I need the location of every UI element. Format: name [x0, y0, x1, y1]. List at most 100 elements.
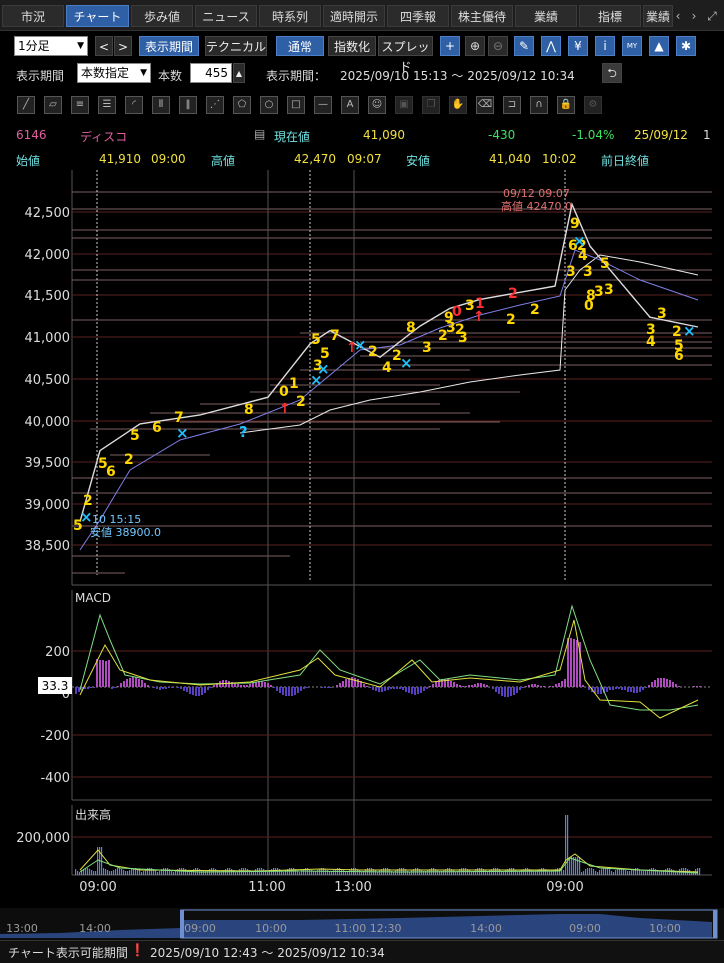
tab-chart[interactable]: チャート: [66, 5, 129, 27]
macd-bar: [492, 687, 494, 689]
hlines2-tool-icon[interactable]: ☰: [98, 96, 116, 114]
expand-icon[interactable]: ⤢: [704, 5, 720, 27]
index-button[interactable]: 指数化: [328, 36, 376, 56]
macd-bar: [468, 685, 470, 687]
hline-tool-icon[interactable]: —: [314, 96, 332, 114]
navigator-tick: 13:00: [6, 922, 38, 935]
tab-earnings-2[interactable]: 業績: [643, 5, 673, 27]
macd-bar: [570, 638, 572, 687]
macd-bar: [657, 678, 659, 687]
my-icon[interactable]: MY: [622, 36, 642, 56]
chevron-left-icon[interactable]: ‹: [670, 5, 686, 27]
volume-bar: [359, 870, 361, 875]
volume-bar: [643, 871, 645, 875]
zoom-in-icon[interactable]: ⊕: [465, 36, 485, 56]
chevron-right-icon[interactable]: ›: [686, 5, 702, 27]
gear-tool-icon[interactable]: ⚙: [584, 96, 602, 114]
macd-bar: [564, 679, 566, 687]
fan-tool-icon[interactable]: ◜: [125, 96, 143, 114]
macd-bar: [612, 687, 614, 690]
lock-tool-icon[interactable]: 🔒: [557, 96, 575, 114]
tab-bar: 市況 チャート 歩み値 ニュース 時系列 適時開示 四季報 株主優待 業績 指標…: [0, 0, 724, 31]
copy-tool-icon[interactable]: ❐: [422, 96, 440, 114]
volume-bar: [603, 868, 605, 875]
tab-earnings[interactable]: 業績: [515, 5, 577, 27]
macd-bar: [510, 687, 512, 696]
ruler-tool-icon[interactable]: ▱: [44, 96, 62, 114]
vlines-tool-icon[interactable]: ⫴: [152, 96, 170, 114]
volume-bar: [125, 871, 127, 875]
volume-bar: [129, 870, 131, 875]
tab-indicators[interactable]: 指標: [579, 5, 641, 27]
info-icon[interactable]: i: [595, 36, 615, 56]
area-chart-icon[interactable]: ▲: [649, 36, 669, 56]
high-label: 高値: [211, 154, 236, 168]
macd-bar: [291, 687, 293, 696]
zoom-out-icon[interactable]: ⊖: [488, 36, 508, 56]
macd-bar: [456, 684, 458, 687]
circle-tool-icon[interactable]: ○: [260, 96, 278, 114]
macd-bar: [285, 687, 287, 696]
count-stepper[interactable]: ▲: [233, 63, 245, 83]
macd-label: MACD: [75, 591, 111, 605]
normal-button[interactable]: 通常: [276, 36, 324, 56]
price-chart[interactable]: 42,500 42,000 41,500 41,000 40,500 40,00…: [0, 170, 724, 910]
line-tool-icon[interactable]: ╱: [17, 96, 35, 114]
hlines-tool-icon[interactable]: ≡: [71, 96, 89, 114]
macd-bar: [408, 687, 410, 693]
macd-bar: [276, 687, 278, 691]
technical-button[interactable]: テクニカル: [205, 36, 267, 56]
count-input[interactable]: 455: [190, 63, 232, 83]
prev-button[interactable]: <: [95, 36, 113, 56]
icon-tool-icon[interactable]: ☺: [368, 96, 386, 114]
footer-label: チャート表示可能期間: [8, 946, 128, 960]
fan2-tool-icon[interactable]: ⋰: [206, 96, 224, 114]
tab-benefits[interactable]: 株主優待: [451, 5, 513, 27]
volume-bar: [659, 871, 661, 875]
range-navigator[interactable]: 13:00 14:00 09:00 10:00 11:00 12:30 14:0…: [0, 908, 724, 940]
eraser-tool-icon[interactable]: ⌫: [476, 96, 494, 114]
tab-market[interactable]: 市況: [2, 5, 64, 27]
tab-shikiho[interactable]: 四季報: [387, 5, 449, 27]
price-change-pct: -1.04%: [572, 128, 615, 142]
volume-bar: [409, 872, 411, 875]
macd-bar: [186, 687, 188, 692]
hand-tool-icon[interactable]: ✋: [449, 96, 467, 114]
navigator-tick: 11:00 12:30: [335, 922, 402, 935]
vlines2-tool-icon[interactable]: ‖: [179, 96, 197, 114]
pentagon-tool-icon[interactable]: ⬠: [233, 96, 251, 114]
macd-bar: [120, 683, 122, 687]
macd-bar: [270, 685, 272, 687]
wrench-icon[interactable]: ✱: [676, 36, 696, 56]
plus-icon[interactable]: +: [440, 36, 460, 56]
tab-timeseries[interactable]: 時系列: [259, 5, 321, 27]
macd-bar: [135, 677, 137, 687]
yen-icon[interactable]: ¥: [568, 36, 588, 56]
svg-text:2: 2: [506, 312, 516, 328]
next-button[interactable]: >: [114, 36, 132, 56]
period-mode-select[interactable]: 本数指定 ▼: [77, 63, 151, 83]
text-tool-icon[interactable]: A: [341, 96, 359, 114]
return-icon[interactable]: ⮌: [602, 63, 622, 83]
macd-bar: [402, 687, 404, 690]
period-button[interactable]: 表示期間: [139, 36, 199, 56]
macd-bar: [615, 687, 617, 689]
cube-tool-icon[interactable]: ▣: [395, 96, 413, 114]
navigator-handle-right[interactable]: [713, 910, 717, 938]
magnet-tool-icon[interactable]: ⊐: [503, 96, 521, 114]
macd-bar: [597, 687, 599, 694]
macd-bar: [198, 687, 200, 696]
tab-ticks[interactable]: 歩み値: [131, 5, 193, 27]
interval-select[interactable]: 1分足 ▼: [14, 36, 88, 56]
volume-bar: [155, 870, 157, 875]
magnet2-tool-icon[interactable]: ∩: [530, 96, 548, 114]
pen-icon[interactable]: ✎: [514, 36, 534, 56]
spread-button[interactable]: スプレッド: [378, 36, 433, 74]
pattern-icon[interactable]: ⋀: [541, 36, 561, 56]
volume-bar: [675, 872, 677, 875]
rect-tool-icon[interactable]: □: [287, 96, 305, 114]
volume-bar: [593, 869, 595, 875]
volume-label: 出来高: [75, 807, 111, 822]
tab-news[interactable]: ニュース: [195, 5, 257, 27]
tab-disclosure[interactable]: 適時開示: [323, 5, 385, 27]
